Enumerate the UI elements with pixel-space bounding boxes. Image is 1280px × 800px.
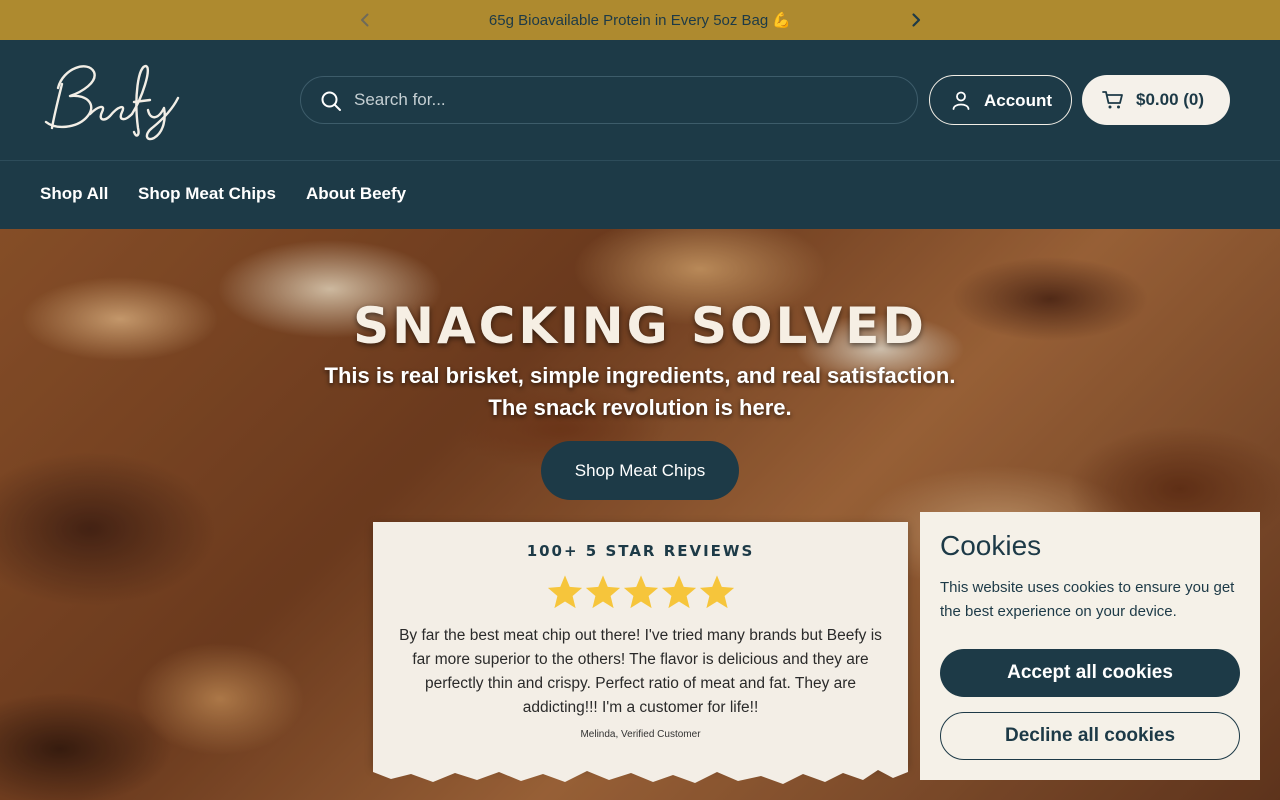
nav-item-shop-meat-chips[interactable]: Shop Meat Chips xyxy=(138,184,276,204)
hero-subtitle-line1: This is real brisket, simple ingredients… xyxy=(324,363,956,388)
announcement-next-button[interactable] xyxy=(906,10,926,30)
star-icon xyxy=(547,575,583,609)
decline-cookies-button[interactable]: Decline all cookies xyxy=(940,712,1240,760)
cart-button[interactable]: $0.00 (0) xyxy=(1082,75,1230,125)
beefy-logo-icon xyxy=(44,64,180,141)
hero-subtitle-line2: The snack revolution is here. xyxy=(488,395,792,420)
nav-item-shop-all[interactable]: Shop All xyxy=(40,184,108,204)
nav-item-about-beefy[interactable]: About Beefy xyxy=(306,184,406,204)
search-bar[interactable] xyxy=(300,76,918,124)
star-icon xyxy=(623,575,659,609)
announcement-bar: 65g Bioavailable Protein in Every 5oz Ba… xyxy=(0,0,1280,40)
site-header: Account $0.00 (0) xyxy=(0,40,1280,161)
star-icon xyxy=(585,575,621,609)
search-icon xyxy=(321,91,341,111)
star-icon xyxy=(661,575,697,609)
site-logo[interactable] xyxy=(38,58,183,142)
cookie-text: This website uses cookies to ensure you … xyxy=(940,579,1235,620)
hero-shop-meat-chips-button[interactable]: Shop Meat Chips xyxy=(541,441,739,500)
user-icon xyxy=(952,91,970,110)
cookie-title: Cookies xyxy=(940,530,1042,561)
chevron-right-icon xyxy=(912,13,921,27)
account-label: Account xyxy=(984,91,1052,110)
torn-edge-decoration xyxy=(373,764,908,784)
cart-total: $0.00 (0) xyxy=(1136,90,1205,109)
star-icon xyxy=(699,575,735,609)
accept-cookies-button[interactable]: Accept all cookies xyxy=(940,649,1240,697)
search-input[interactable] xyxy=(354,77,894,123)
review-text: By far the best meat chip out there! I'v… xyxy=(399,627,882,716)
review-card: 100+ 5 STAR REVIEWS By far the best meat… xyxy=(373,522,908,784)
cookie-banner: Cookies This website uses cookies to ens… xyxy=(920,512,1260,780)
cart-icon xyxy=(1102,91,1123,109)
hero-title: SNACKING SOLVED xyxy=(353,297,927,355)
main-nav: Shop All Shop Meat Chips About Beefy xyxy=(0,161,1280,229)
account-button[interactable]: Account xyxy=(929,75,1072,125)
review-heading: 100+ 5 STAR REVIEWS xyxy=(526,542,755,560)
star-rating xyxy=(546,573,736,611)
review-author: Melinda, Verified Customer xyxy=(580,729,701,740)
announcement-message: 65g Bioavailable Protein in Every 5oz Ba… xyxy=(488,12,792,29)
